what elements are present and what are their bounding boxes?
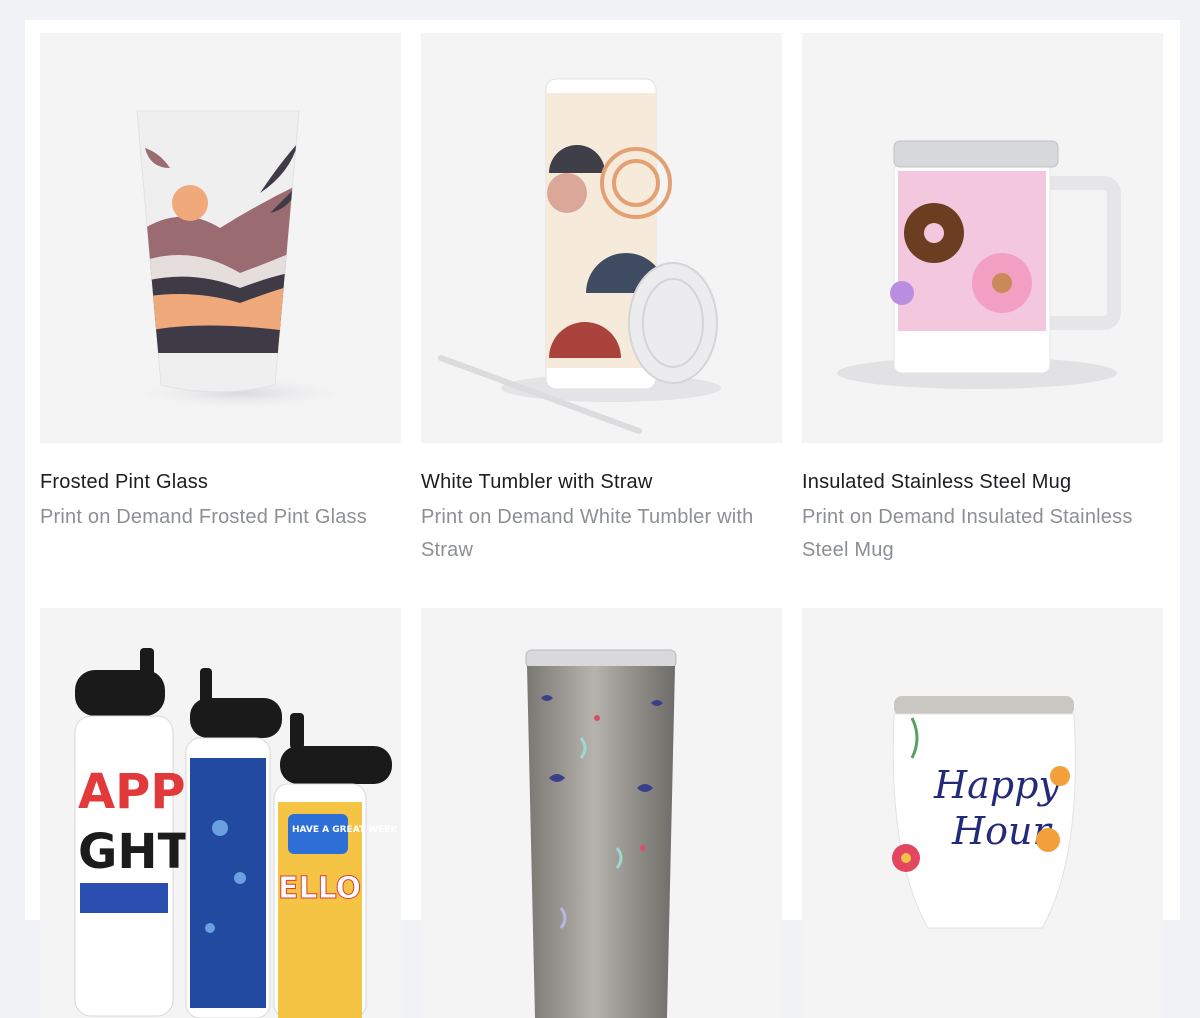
white-tumbler-image[interactable] [421,33,782,443]
water-bottles-image[interactable]: APPY GHT HAVE A GREAT WEEK ELLO [40,608,401,1018]
product-description: Print on Demand Insulated Stainless Stee… [802,506,1133,561]
product-title[interactable]: Insulated Stainless Steel Mug [802,469,1163,495]
product-card-wine-tumbler[interactable]: Happy Hour [802,608,1163,1018]
product-card-steel-tumbler[interactable] [421,608,782,1018]
wine-tumbler-image[interactable]: Happy Hour [802,608,1163,1018]
product-card-stainless-mug[interactable]: Insulated Stainless Steel Mug Print on D… [802,33,1163,567]
product-card-water-bottles[interactable]: APPY GHT HAVE A GREAT WEEK ELLO [40,608,401,1018]
product-grid: Frosted Pint Glass Print on Demand Frost… [25,20,1180,1018]
stainless-mug-image[interactable] [802,33,1163,443]
product-description: Print on Demand White Tumbler with Straw [421,506,754,561]
bottle-print-text: HAVE A GREAT WEEK [292,825,398,835]
bottle-print-text: ELLO [278,871,361,906]
product-card-white-tumbler[interactable]: White Tumbler with Straw Print on Demand… [421,33,782,567]
product-card-frosted-pint-glass[interactable]: Frosted Pint Glass Print on Demand Frost… [40,33,401,534]
product-title[interactable]: White Tumbler with Straw [421,469,782,495]
tumbler-print-text: Happy [933,763,1060,807]
bottle-print-text: GHT [78,824,191,880]
steel-tumbler-image[interactable] [421,608,782,1018]
frosted-pint-glass-image[interactable] [40,33,401,443]
product-description: Print on Demand Frosted Pint Glass [40,506,367,528]
product-title[interactable]: Frosted Pint Glass [40,469,401,495]
